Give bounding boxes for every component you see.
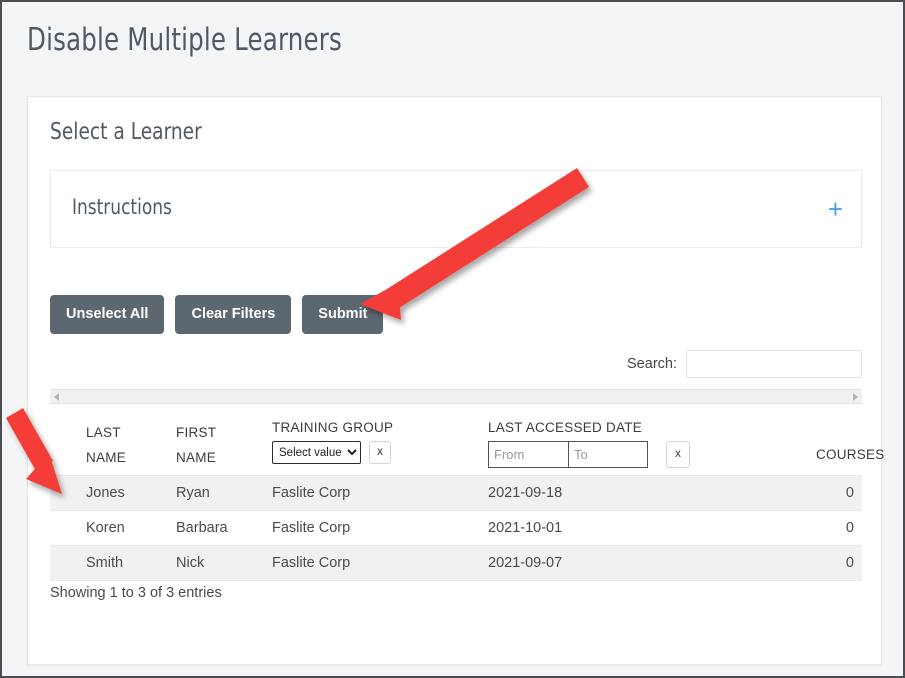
table-header: LAST NAME FIRST NAME TRAINING GROUP LAST…: [50, 412, 884, 475]
cell-training-group: Faslite Corp: [272, 485, 351, 501]
card-title: Select a Learner: [50, 119, 202, 145]
triangle-left-icon[interactable]: [54, 392, 59, 401]
cell-last-name: Jones: [86, 485, 125, 501]
application-window: Disable Multiple Learners Select a Learn…: [0, 0, 905, 678]
column-header-last-name[interactable]: LAST NAME: [86, 420, 150, 470]
plus-icon[interactable]: +: [828, 196, 843, 222]
search-area: Search:: [627, 350, 862, 378]
clear-date-filter-button[interactable]: x: [666, 441, 690, 468]
search-label: Search:: [627, 356, 677, 372]
cell-courses: 0: [845, 555, 854, 571]
cell-courses: 0: [845, 485, 854, 501]
instructions-accordion[interactable]: Instructions +: [50, 170, 862, 248]
cell-courses: 0: [845, 520, 854, 536]
clear-training-group-filter-button[interactable]: x: [369, 441, 391, 464]
column-header-first-name[interactable]: FIRST NAME: [176, 420, 240, 470]
table-entries-summary: Showing 1 to 3 of 3 entries: [50, 585, 222, 601]
date-from-input[interactable]: [488, 441, 568, 468]
cell-training-group: Faslite Corp: [272, 520, 351, 536]
cell-last-name: Smith: [86, 555, 124, 571]
column-header-training-group[interactable]: TRAINING GROUP: [272, 420, 393, 435]
date-range-inputs: [488, 441, 648, 468]
submit-button[interactable]: Submit: [302, 295, 384, 334]
triangle-right-icon[interactable]: [853, 392, 858, 401]
column-header-last-accessed-date[interactable]: LAST ACCESSED DATE: [488, 420, 642, 435]
action-button-row: Unselect All Clear Filters Submit: [50, 295, 384, 334]
last-accessed-date-filter: x: [488, 441, 690, 468]
training-group-filter: Select value x: [272, 441, 391, 464]
column-header-courses[interactable]: COURSES: [816, 447, 885, 462]
search-input[interactable]: [686, 350, 862, 378]
horizontal-scrollbar[interactable]: [50, 389, 862, 404]
cell-first-name: Nick: [176, 555, 205, 571]
cell-first-name: Ryan: [176, 485, 210, 501]
table-body: Jones Ryan Faslite Corp 2021-09-18 0 Kor…: [50, 475, 862, 581]
training-group-select[interactable]: Select value: [272, 441, 361, 464]
table-row[interactable]: Jones Ryan Faslite Corp 2021-09-18 0: [50, 476, 862, 511]
date-to-input[interactable]: [568, 441, 648, 468]
cell-last-accessed-date: 2021-10-01: [488, 520, 563, 536]
cell-training-group: Faslite Corp: [272, 555, 351, 571]
clear-filters-button[interactable]: Clear Filters: [175, 295, 292, 334]
cell-last-name: Koren: [86, 520, 125, 536]
unselect-all-button[interactable]: Unselect All: [50, 295, 165, 334]
table-row[interactable]: Smith Nick Faslite Corp 2021-09-07 0: [50, 546, 862, 581]
cell-last-accessed-date: 2021-09-07: [488, 555, 563, 571]
select-learner-card: Select a Learner Instructions + Unselect…: [27, 96, 884, 665]
table-row[interactable]: Koren Barbara Faslite Corp 2021-10-01 0: [50, 511, 862, 546]
learners-table: LAST NAME FIRST NAME TRAINING GROUP LAST…: [50, 412, 884, 581]
page-title: Disable Multiple Learners: [27, 22, 343, 58]
cell-first-name: Barbara: [176, 520, 228, 536]
cell-last-accessed-date: 2021-09-18: [488, 485, 563, 501]
instructions-label: Instructions: [72, 195, 172, 219]
